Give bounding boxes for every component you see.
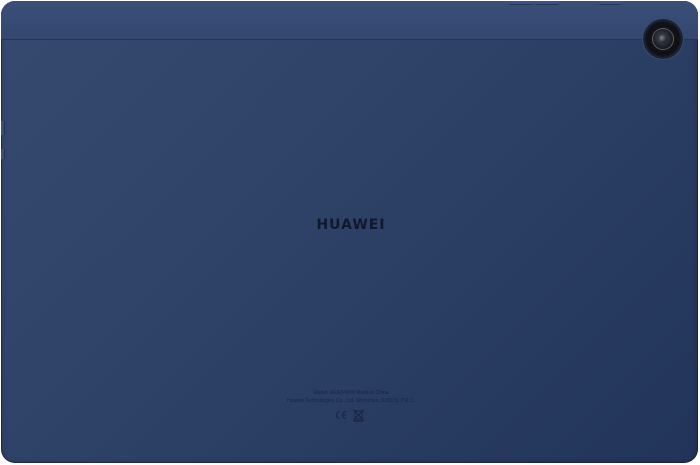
regulatory-text-line-1: Model: AGS3-W09 Made in China	[313, 390, 389, 396]
volume-down-button	[535, 1, 559, 5]
side-slot-lower	[1, 149, 5, 159]
camera-lens	[659, 35, 667, 43]
side-slot-upper	[1, 121, 5, 135]
camera-ring	[653, 29, 673, 49]
power-button	[599, 1, 621, 5]
ce-mark-icon	[336, 411, 347, 419]
brand-logo: HUAWEI	[316, 217, 386, 233]
volume-up-button	[509, 1, 533, 5]
regulatory-text-line-2: Huawei Technologies Co., Ltd. Shenzhen, …	[287, 398, 415, 404]
rear-camera-icon	[645, 21, 681, 57]
tablet-back-panel: HUAWEI Model: AGS3-W09 Made in China Hua…	[1, 1, 698, 463]
antenna-top-strip	[1, 1, 698, 40]
certification-marks	[336, 409, 365, 422]
weee-bin-icon	[352, 409, 365, 422]
